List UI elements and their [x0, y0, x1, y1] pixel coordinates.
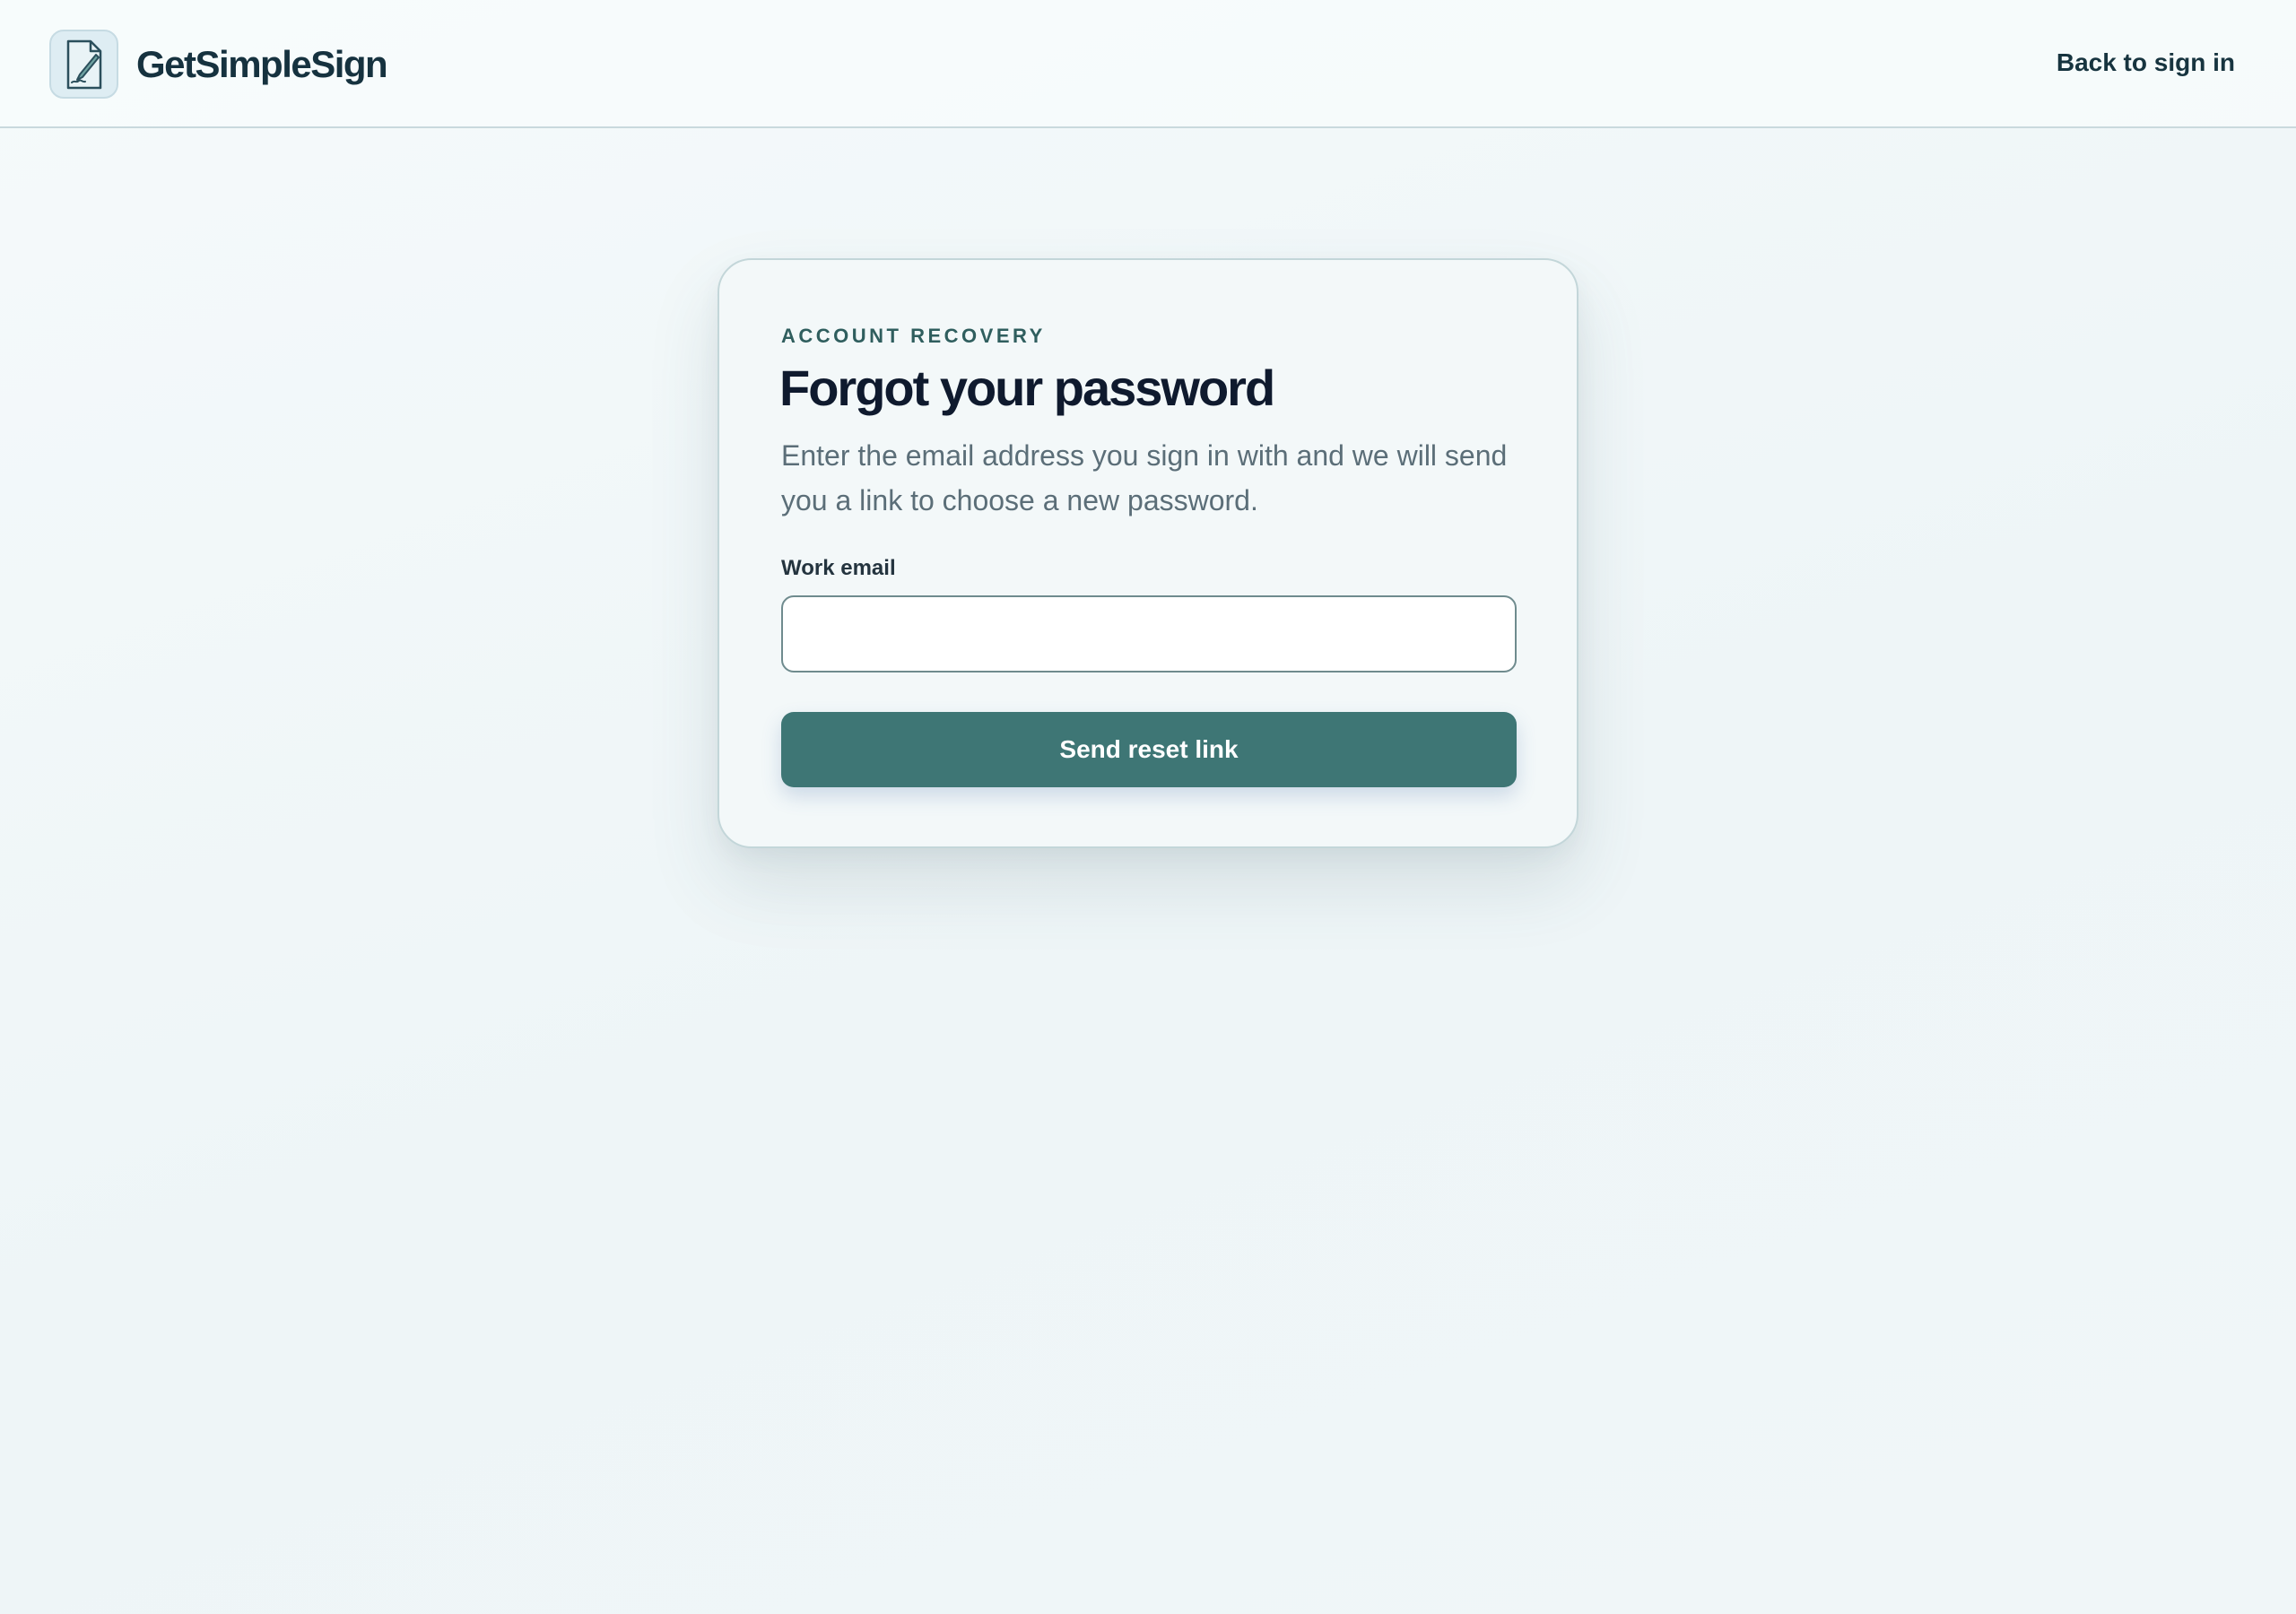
top-bar: GetSimpleSign Back to sign in: [0, 0, 2296, 128]
brand[interactable]: GetSimpleSign: [49, 30, 388, 99]
forgot-password-card: ACCOUNT RECOVERY Forgot your password En…: [718, 258, 1578, 848]
email-field[interactable]: [781, 595, 1517, 672]
email-field-label: Work email: [781, 556, 896, 580]
document-signature-icon: [49, 30, 118, 99]
send-reset-link-button[interactable]: Send reset link: [781, 712, 1517, 787]
instructions-text: Enter the email address you sign in with…: [781, 439, 1508, 516]
brand-name: GetSimpleSign: [136, 42, 388, 85]
section-eyebrow: ACCOUNT RECOVERY: [781, 325, 1046, 347]
back-to-sign-in-link[interactable]: Back to sign in: [2057, 48, 2235, 77]
page-title: Forgot your password: [779, 360, 1275, 416]
